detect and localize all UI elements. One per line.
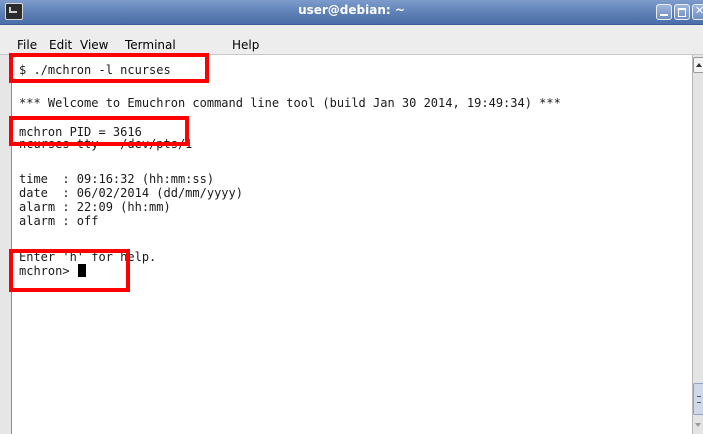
- terminal-line-tty: ncurses tty = /dev/pts/1: [19, 137, 193, 151]
- window-title: user@debian: ~: [298, 3, 405, 17]
- scrollbar-thumb[interactable]: [693, 383, 703, 415]
- menu-edit[interactable]: Edit: [49, 38, 72, 52]
- terminal-line-date: date : 06/02/2014 (dd/mm/yyyy): [19, 186, 243, 200]
- terminal-prompt-line[interactable]: mchron>: [19, 264, 86, 278]
- text-cursor: [77, 264, 86, 277]
- menu-view[interactable]: View: [80, 38, 108, 52]
- menu-help[interactable]: Help: [232, 38, 259, 52]
- terminal-prompt: mchron>: [19, 264, 77, 278]
- terminal-line-command: $ ./mchron -l ncurses: [19, 63, 171, 77]
- scroll-up-icon[interactable]: [693, 57, 703, 73]
- maximize-icon[interactable]: [674, 4, 690, 20]
- terminal-line-time: time : 09:16:32 (hh:mm:ss): [19, 172, 215, 186]
- menu-file[interactable]: File: [17, 38, 37, 52]
- menu-terminal[interactable]: Terminal: [125, 38, 176, 52]
- vertical-scrollbar[interactable]: [692, 55, 703, 434]
- close-icon[interactable]: [692, 4, 703, 20]
- terminal-line-help-hint: Enter 'h' for help.: [19, 250, 157, 264]
- terminal-output[interactable]: [11, 55, 692, 434]
- terminal-line-alarm-time: alarm : 22:09 (hh:mm): [19, 200, 171, 214]
- terminal-line-welcome: *** Welcome to Emuchron command line too…: [19, 96, 561, 110]
- title-bar[interactable]: user@debian: ~: [0, 0, 703, 25]
- window-left-frame: [0, 24, 11, 434]
- terminal-line-alarm-state: alarm : off: [19, 214, 99, 228]
- menu-bar: File Edit View Terminal Help: [0, 25, 703, 55]
- scroll-down-icon[interactable]: [693, 417, 703, 431]
- minimize-icon[interactable]: [656, 4, 672, 20]
